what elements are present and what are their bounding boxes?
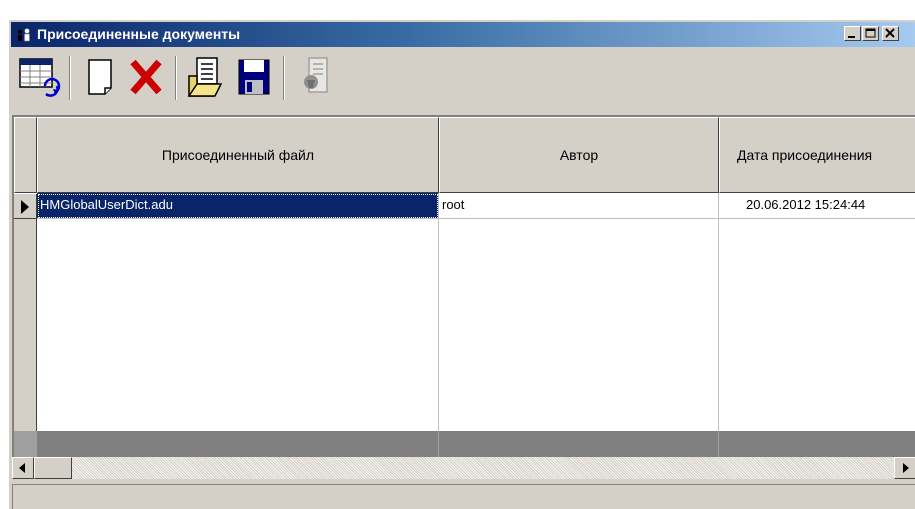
open-document-icon [187,57,223,97]
date-text: 20.06.2012 15:24:44 [746,197,866,212]
cell-date[interactable]: 20.06.2012 15:24:44 [719,193,915,219]
scroll-thumb[interactable] [34,457,72,479]
open-document-button[interactable] [183,54,229,100]
window-title: Присоединенные документы [37,26,241,42]
column-header-label: Дата присоединения [737,147,873,163]
toolbar-separator [69,56,71,100]
footer-cell [719,431,915,457]
toolbar-separator [283,56,285,100]
maximize-button[interactable] [862,26,879,41]
current-row-arrow-icon [21,200,29,214]
save-icon [238,59,270,95]
arrow-right-icon [903,463,909,473]
toolbar-separator [175,56,177,100]
minimize-button[interactable] [844,26,861,41]
new-document-icon [88,59,112,95]
scroll-left-button[interactable] [12,457,34,479]
arrow-left-icon [19,463,25,473]
close-icon [885,28,895,38]
column-header-date[interactable]: Дата присоединения [719,117,915,193]
row-indicator[interactable] [14,193,37,219]
people-icon [17,28,30,42]
author-text: root [442,197,465,212]
grid-footer-row [14,431,915,457]
column-header-label: Присоединенный файл [161,147,315,163]
column-header-file[interactable]: Присоединенный файл [37,117,439,193]
new-document-button[interactable] [77,54,123,100]
cell-file-name[interactable]: HMGlobalUserDict.adu [37,193,439,219]
column-header-author[interactable]: Автор [439,117,719,193]
properties-disabled-icon [304,57,328,93]
header-corner [14,117,37,193]
maximize-icon [865,28,876,38]
horizontal-scrollbar[interactable] [12,457,915,479]
footer-cell [37,431,439,457]
toolbar [11,48,915,108]
attached-documents-window: Присоединенные документы Присоединенный … [8,19,915,509]
save-button[interactable] [231,54,277,100]
scroll-right-button[interactable] [894,457,915,479]
cell-author[interactable]: root [439,193,719,219]
footer-cell [439,431,719,457]
delete-icon [130,59,162,95]
minimize-icon [848,36,855,38]
delete-button[interactable] [123,54,169,100]
close-button[interactable] [882,26,899,41]
footer-corner [14,431,37,457]
column-divider [718,219,719,431]
refresh-table-icon [19,58,61,97]
title-bar[interactable]: Присоединенные документы [11,22,915,47]
row-indicator-column [14,193,37,431]
file-name-text: HMGlobalUserDict.adu [40,197,173,212]
properties-button[interactable] [293,54,339,100]
column-header-label: Автор [559,147,599,163]
status-bar [12,484,915,509]
documents-grid: Присоединенный файл Автор Дата присоедин… [12,115,915,457]
refresh-table-button[interactable] [17,54,63,100]
column-divider [438,219,439,431]
